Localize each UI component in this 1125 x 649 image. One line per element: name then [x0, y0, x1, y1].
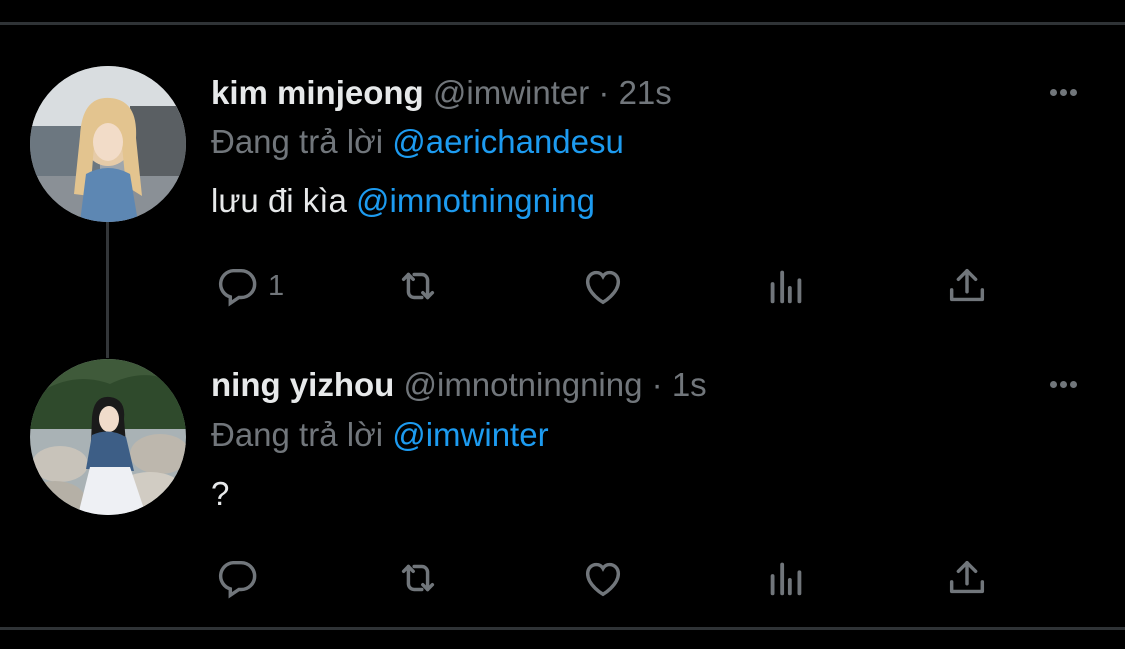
avatar[interactable] — [30, 359, 186, 515]
dot-icon — [1060, 89, 1067, 96]
bar-chart-icon — [770, 270, 802, 304]
retweet-button[interactable] — [395, 263, 441, 309]
replying-prefix: Đang trả lời — [211, 416, 384, 453]
tweet[interactable]: ning yizhou @imnotningning · 1s Đang trả… — [0, 335, 1125, 629]
display-name[interactable]: kim minjeong — [211, 74, 424, 111]
replying-to: Đang trả lời @imwinter — [211, 417, 549, 453]
views-button[interactable] — [763, 263, 809, 309]
dot-icon — [1050, 89, 1057, 96]
tweet-header: kim minjeong @imwinter · 21s — [211, 75, 672, 111]
replying-to: Đang trả lời @aerichandesu — [211, 124, 624, 160]
bottom-divider — [0, 627, 1125, 630]
avatar[interactable] — [30, 66, 186, 222]
dot-icon — [1060, 381, 1067, 388]
more-options-button[interactable] — [1047, 375, 1077, 393]
replying-to-mention[interactable]: @aerichandesu — [392, 123, 624, 160]
tweet-text-plain: ? — [211, 475, 230, 512]
replying-prefix: Đang trả lời — [211, 123, 384, 160]
action-bar: 1 — [0, 263, 1125, 309]
timestamp[interactable]: 1s — [672, 366, 707, 403]
replying-to-mention[interactable]: @imwinter — [392, 416, 548, 453]
like-button[interactable] — [580, 555, 626, 601]
share-button[interactable] — [944, 263, 990, 309]
separator-dot: · — [598, 74, 610, 111]
username-handle[interactable]: @imwinter — [433, 74, 589, 111]
username-handle[interactable]: @imnotningning — [403, 366, 642, 403]
retweet-button[interactable] — [395, 555, 441, 601]
tweet-text-plain: lưu đi kìa — [211, 182, 356, 219]
reply-count: 1 — [268, 269, 285, 302]
share-upload-icon — [949, 268, 985, 302]
more-options-button[interactable] — [1047, 83, 1077, 101]
share-upload-icon — [949, 560, 985, 594]
bar-chart-icon — [770, 562, 802, 596]
speech-bubble-icon — [218, 268, 257, 307]
separator-dot: · — [651, 366, 663, 403]
timestamp[interactable]: 21s — [619, 74, 672, 111]
reply-button[interactable]: 1 — [214, 263, 284, 309]
dot-icon — [1070, 89, 1077, 96]
retweet-arrows-icon — [401, 564, 435, 592]
reply-button[interactable] — [214, 555, 260, 601]
heart-icon — [585, 270, 621, 305]
tweet-header: ning yizhou @imnotningning · 1s — [211, 367, 707, 403]
tweet-text: ? — [211, 476, 229, 512]
views-button[interactable] — [763, 555, 809, 601]
speech-bubble-icon — [218, 560, 257, 599]
retweet-arrows-icon — [401, 272, 435, 300]
share-button[interactable] — [944, 555, 990, 601]
dot-icon — [1070, 381, 1077, 388]
action-bar — [0, 555, 1125, 601]
heart-icon — [585, 562, 621, 597]
dot-icon — [1050, 381, 1057, 388]
tweet-mention[interactable]: @imnotningning — [356, 182, 595, 219]
display-name[interactable]: ning yizhou — [211, 366, 394, 403]
like-button[interactable] — [580, 263, 626, 309]
tweet-text: lưu đi kìa @imnotningning — [211, 183, 595, 219]
tweet[interactable]: kim minjeong @imwinter · 21s Đang trả lờ… — [0, 25, 1125, 319]
